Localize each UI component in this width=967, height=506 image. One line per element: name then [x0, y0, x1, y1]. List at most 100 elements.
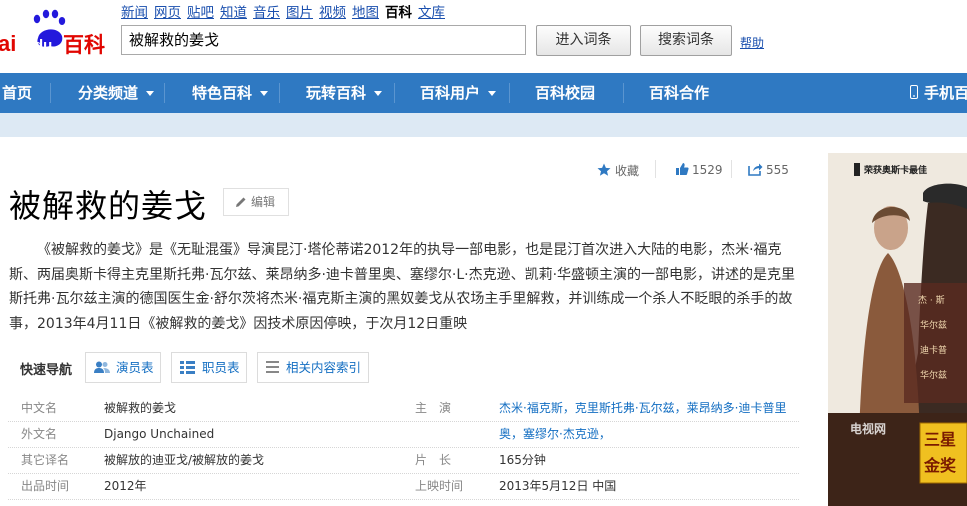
nav-label: 分类频道: [78, 84, 139, 102]
nav-label: 玩转百科: [306, 84, 367, 102]
info-label: 外文名: [21, 427, 58, 441]
star-icon: [597, 163, 611, 176]
top-link-5[interactable]: 图片: [286, 5, 313, 21]
nav-item-cooperation[interactable]: 百科合作: [649, 73, 709, 113]
nav-divider: [164, 83, 165, 103]
nav-label: 特色百科: [192, 84, 253, 102]
pencil-icon: [236, 197, 246, 207]
top-link-4[interactable]: 音乐: [253, 5, 280, 21]
info-row: 其它译名 被解放的迪亚戈/被解放的姜戈 片 长 165分钟: [8, 447, 799, 474]
info-value: 被解救的姜戈: [104, 401, 177, 415]
nav-item-featured[interactable]: 特色百科: [192, 73, 269, 113]
svg-text:华尔兹: 华尔兹: [920, 369, 947, 381]
svg-text:du: du: [34, 37, 52, 54]
info-label: 中文名: [21, 401, 58, 415]
people-icon: [94, 361, 110, 373]
top-link-8[interactable]: 百科: [385, 5, 412, 21]
svg-text:迪卡普: 迪卡普: [920, 344, 947, 356]
main-nav: 首页 分类频道 特色百科 玩转百科 百科用户 百科校园 百科合作 手机百: [0, 73, 967, 113]
thumbs-up-icon: [676, 163, 689, 175]
baidu-baike-logo[interactable]: ai du 百科: [0, 8, 112, 57]
nav-label: 手机百: [924, 84, 967, 102]
list-icon: [180, 361, 195, 374]
sub-nav-bar: [0, 113, 967, 137]
crew-button[interactable]: 职员表: [171, 352, 247, 383]
top-link-7[interactable]: 地图: [352, 5, 379, 21]
nav-item-category[interactable]: 分类频道: [78, 73, 155, 113]
like-button[interactable]: 1529: [675, 162, 723, 177]
svg-text:杰 · 斯: 杰 · 斯: [918, 294, 945, 306]
help-link[interactable]: 帮助: [740, 34, 764, 51]
caret-down-icon: [146, 91, 155, 96]
info-label: 片 长: [415, 453, 452, 467]
caret-down-icon: [374, 91, 383, 96]
top-link-0[interactable]: 新闻: [121, 5, 148, 21]
poster-art: 荣获奥斯卡最佳 杰 · 斯 华尔兹 迪卡普 华尔兹 三星 金奖 电视网: [828, 153, 967, 506]
action-divider: [731, 160, 732, 178]
info-value-link[interactable]: 杰米·福克斯，克里斯托弗·瓦尔兹，莱昂纳多·迪卡普里: [499, 395, 786, 421]
top-link-3[interactable]: 知道: [220, 5, 247, 21]
nav-label: 首页: [2, 84, 33, 102]
info-label: 其它译名: [21, 453, 70, 467]
info-value: Django Unchained: [104, 427, 215, 441]
info-label: 上映时间: [415, 479, 464, 493]
phone-icon: [910, 85, 918, 99]
svg-text:ai: ai: [0, 31, 16, 56]
info-value-link[interactable]: 奥，塞缪尔·杰克逊，: [499, 421, 611, 447]
nav-item-home[interactable]: 首页: [2, 73, 32, 113]
nav-divider: [394, 83, 395, 103]
svg-text:金奖: 金奖: [923, 456, 957, 475]
nav-divider: [279, 83, 280, 103]
poster-watermark: 电视网: [850, 421, 886, 436]
nav-item-users[interactable]: 百科用户: [420, 73, 497, 113]
info-row: 出品时间 2012年 上映时间 2013年5月12日 中国: [8, 473, 799, 500]
svg-text:百科: 百科: [63, 33, 105, 56]
nav-label: 百科用户: [420, 84, 481, 102]
collect-button[interactable]: 收藏: [597, 162, 639, 179]
top-link-1[interactable]: 网页: [154, 5, 181, 21]
edit-label: 编辑: [251, 195, 276, 209]
nav-divider: [50, 83, 51, 103]
product-links: 新闻 网页 贴吧 知道 音乐 图片 视频 地图 百科 文库: [121, 1, 451, 21]
related-index-button[interactable]: 相关内容索引: [257, 352, 369, 383]
nav-divider: [509, 83, 510, 103]
search-entry-button[interactable]: 搜索词条: [640, 25, 732, 56]
info-value: 被解放的迪亚戈/被解放的姜戈: [104, 453, 265, 467]
like-count: 1529: [692, 163, 723, 177]
cast-button[interactable]: 演员表: [85, 352, 161, 383]
nav-divider: [623, 83, 624, 103]
menu-icon: [266, 361, 279, 373]
top-link-9[interactable]: 文库: [418, 5, 445, 21]
nav-item-play[interactable]: 玩转百科: [306, 73, 383, 113]
related-index-label: 相关内容索引: [286, 360, 362, 375]
poster-top-text: 荣获奥斯卡最佳: [863, 164, 927, 176]
share-icon: [748, 163, 763, 176]
top-link-6[interactable]: 视频: [319, 5, 346, 21]
search-input[interactable]: 被解救的姜戈: [121, 25, 526, 55]
info-value: 2012年: [104, 479, 147, 493]
nav-label: 百科合作: [649, 84, 710, 102]
enter-entry-button[interactable]: 进入词条: [536, 25, 631, 56]
nav-label: 百科校园: [535, 84, 596, 102]
info-row: 外文名 Django Unchained 奥，塞缪尔·杰克逊，: [8, 421, 799, 448]
nav-item-campus[interactable]: 百科校园: [535, 73, 595, 113]
share-count: 555: [766, 163, 789, 177]
collect-label: 收藏: [615, 164, 640, 178]
share-button[interactable]: 555: [748, 162, 789, 177]
summary-paragraph: 《被解救的姜戈》是《无耻混蛋》导演昆汀·塔伦蒂诺2012年的执导一部电影，也是昆…: [9, 242, 796, 332]
quick-nav-label: 快速导航: [20, 363, 73, 378]
edit-button[interactable]: 编辑: [223, 188, 289, 216]
top-link-2[interactable]: 贴吧: [187, 5, 214, 21]
movie-poster[interactable]: 荣获奥斯卡最佳 杰 · 斯 华尔兹 迪卡普 华尔兹 三星 金奖 电视网: [828, 153, 967, 506]
nav-item-mobile[interactable]: 手机百: [910, 73, 967, 113]
info-value: 165分钟: [499, 453, 546, 467]
info-value: 2013年5月12日 中国: [499, 479, 617, 493]
caret-down-icon: [488, 91, 497, 96]
svg-text:三星: 三星: [924, 430, 956, 449]
info-label: 出品时间: [21, 479, 70, 493]
info-row: 中文名 被解救的姜戈 主 演 杰米·福克斯，克里斯托弗·瓦尔兹，莱昂纳多·迪卡普…: [8, 395, 799, 422]
caret-down-icon: [260, 91, 269, 96]
cast-label: 演员表: [116, 360, 154, 375]
info-label: 主 演: [415, 401, 452, 415]
crew-label: 职员表: [202, 360, 240, 375]
